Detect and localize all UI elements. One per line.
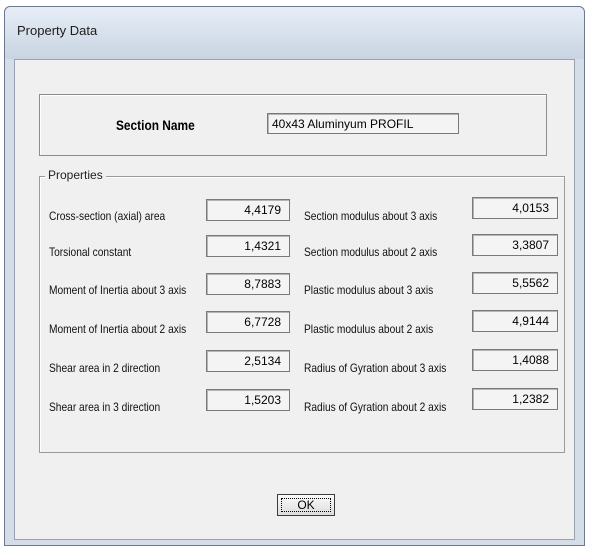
radius-gyration-3-label: Radius of Gyration about 3 axis	[304, 361, 447, 375]
radius-gyration-2-label: Radius of Gyration about 2 axis	[304, 400, 447, 414]
ok-button[interactable]: OK	[277, 494, 335, 516]
moment-inertia-3-label: Moment of Inertia about 3 axis	[49, 283, 187, 297]
plastic-modulus-2-label: Plastic modulus about 2 axis	[304, 322, 434, 336]
section-name-label: Section Name	[116, 117, 195, 133]
properties-group-label: Properties	[45, 168, 106, 182]
cross-section-area-label: Cross-section (axial) area	[49, 209, 166, 223]
section-modulus-2-label: Section modulus about 2 axis	[304, 245, 438, 259]
shear-area-2-value: 2,5134	[206, 350, 290, 372]
moment-inertia-3-value: 8,7883	[206, 273, 290, 295]
shear-area-3-value: 1,5203	[206, 389, 290, 411]
radius-gyration-2-value: 1,2382	[472, 388, 558, 410]
plastic-modulus-3-label: Plastic modulus about 3 axis	[304, 283, 434, 297]
torsional-constant-value: 1,4321	[206, 235, 290, 257]
window-title: Property Data	[17, 23, 98, 38]
torsional-constant-label: Torsional constant	[49, 245, 132, 259]
radius-gyration-3-value: 1,4088	[472, 349, 558, 371]
section-modulus-2-value: 3,3807	[472, 234, 558, 256]
dialog-body: Section Name 40x43 Aluminyum PROFIL Prop…	[14, 59, 575, 540]
shear-area-2-label: Shear area in 2 direction	[49, 361, 161, 375]
focus-rectangle	[281, 498, 331, 512]
title-bar[interactable]: Property Data	[5, 7, 584, 59]
property-data-window: Property Data Section Name 40x43 Aluminy…	[4, 6, 585, 546]
section-modulus-3-label: Section modulus about 3 axis	[304, 209, 438, 223]
section-name-panel: Section Name 40x43 Aluminyum PROFIL	[39, 94, 547, 156]
cross-section-area-value: 4,4179	[206, 199, 290, 221]
shear-area-3-label: Shear area in 3 direction	[49, 400, 161, 414]
section-name-field[interactable]: 40x43 Aluminyum PROFIL	[267, 113, 459, 134]
properties-group: Properties Cross-section (axial) area 4,…	[39, 168, 565, 453]
moment-inertia-2-value: 6,7728	[206, 311, 290, 333]
section-modulus-3-value: 4,0153	[472, 197, 558, 219]
moment-inertia-2-label: Moment of Inertia about 2 axis	[49, 322, 187, 336]
plastic-modulus-3-value: 5,5562	[472, 272, 558, 294]
plastic-modulus-2-value: 4,9144	[472, 310, 558, 332]
